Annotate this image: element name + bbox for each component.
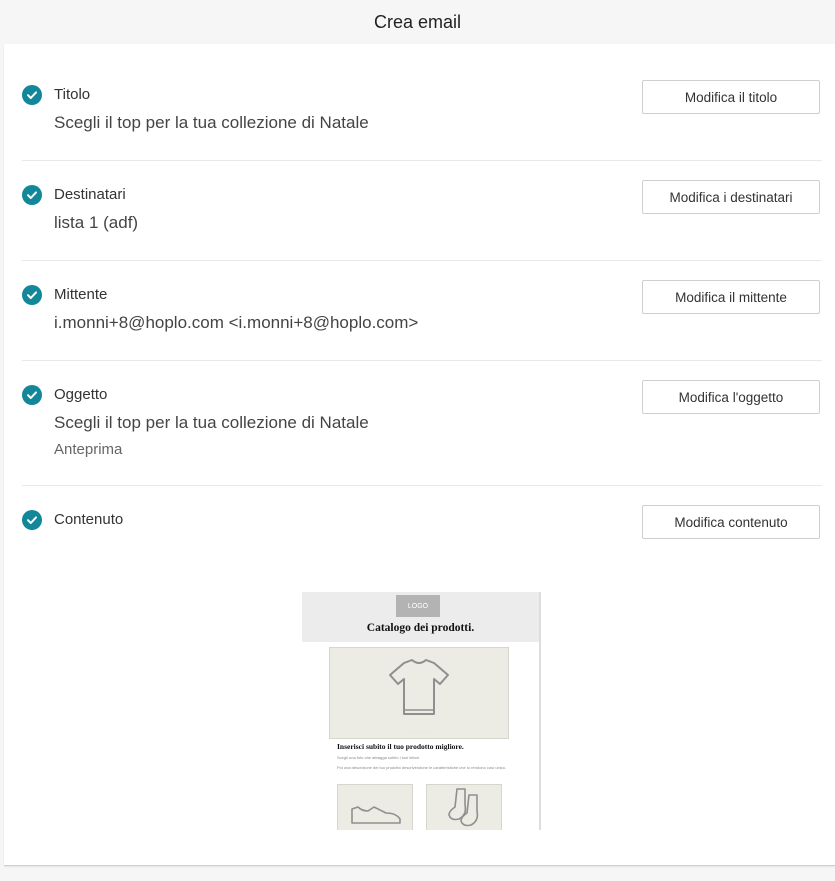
- preview-caption: · · · · · · · · · · ·: [409, 729, 429, 733]
- divider: [22, 360, 822, 361]
- preview-header: LOGO Catalogo dei prodotti.: [302, 592, 539, 642]
- edit-title-button[interactable]: Modifica il titolo: [642, 80, 820, 114]
- section-label: Contenuto: [54, 511, 124, 528]
- edit-recipients-button[interactable]: Modifica i destinatari: [642, 180, 820, 214]
- email-summary-card: Titolo Scegli il top per la tua collezio…: [4, 44, 835, 866]
- shoe-icon: [351, 806, 401, 824]
- check-circle-icon: [22, 510, 42, 530]
- preview-title: Catalogo dei prodotti.: [366, 622, 475, 634]
- divider: [22, 485, 822, 486]
- section-label: Oggetto: [54, 386, 108, 403]
- tshirt-icon: [389, 659, 449, 715]
- socks-icon: [448, 788, 479, 827]
- preview-hero-image: · · · · · · · · · · ·: [329, 647, 509, 739]
- preview-logo: LOGO: [396, 595, 440, 617]
- section-value: Scegli il top per la tua collezione di N…: [54, 413, 369, 432]
- edit-sender-button[interactable]: Modifica il mittente: [642, 280, 820, 314]
- section-label: Destinatari: [54, 186, 126, 203]
- check-circle-icon: [22, 285, 42, 305]
- section-value: i.monni+8@hoplo.com <i.monni+8@hoplo.com…: [54, 313, 419, 332]
- edit-subject-button[interactable]: Modifica l'oggetto: [642, 380, 820, 414]
- divider: [22, 160, 822, 161]
- check-circle-icon: [22, 85, 42, 105]
- email-preview[interactable]: LOGO Catalogo dei prodotti. · · · · · · …: [302, 592, 541, 830]
- preview-product-socks: [426, 784, 502, 830]
- preview-line-2: Poi una descrizione del tuo prodotto des…: [337, 765, 506, 770]
- edit-content-button[interactable]: Modifica contenuto: [642, 505, 820, 539]
- check-circle-icon: [22, 185, 42, 205]
- preview-product-shoe: [337, 784, 413, 830]
- section-label: Mittente: [54, 286, 108, 303]
- section-value: Scegli il top per la tua collezione di N…: [54, 113, 369, 132]
- check-circle-icon: [22, 385, 42, 405]
- section-label: Titolo: [54, 86, 91, 103]
- preview-scrollbar[interactable]: [539, 594, 541, 722]
- preview-line-1: Scegli una foto che attragga subito i tu…: [337, 755, 420, 760]
- section-value: lista 1 (adf): [54, 213, 139, 232]
- page-header: Crea email: [0, 0, 835, 44]
- preview-text: Anteprima: [54, 441, 123, 458]
- divider: [22, 260, 822, 261]
- page-title: Crea email: [373, 11, 462, 32]
- preview-headline: Inserisci subito il tuo prodotto miglior…: [337, 742, 464, 751]
